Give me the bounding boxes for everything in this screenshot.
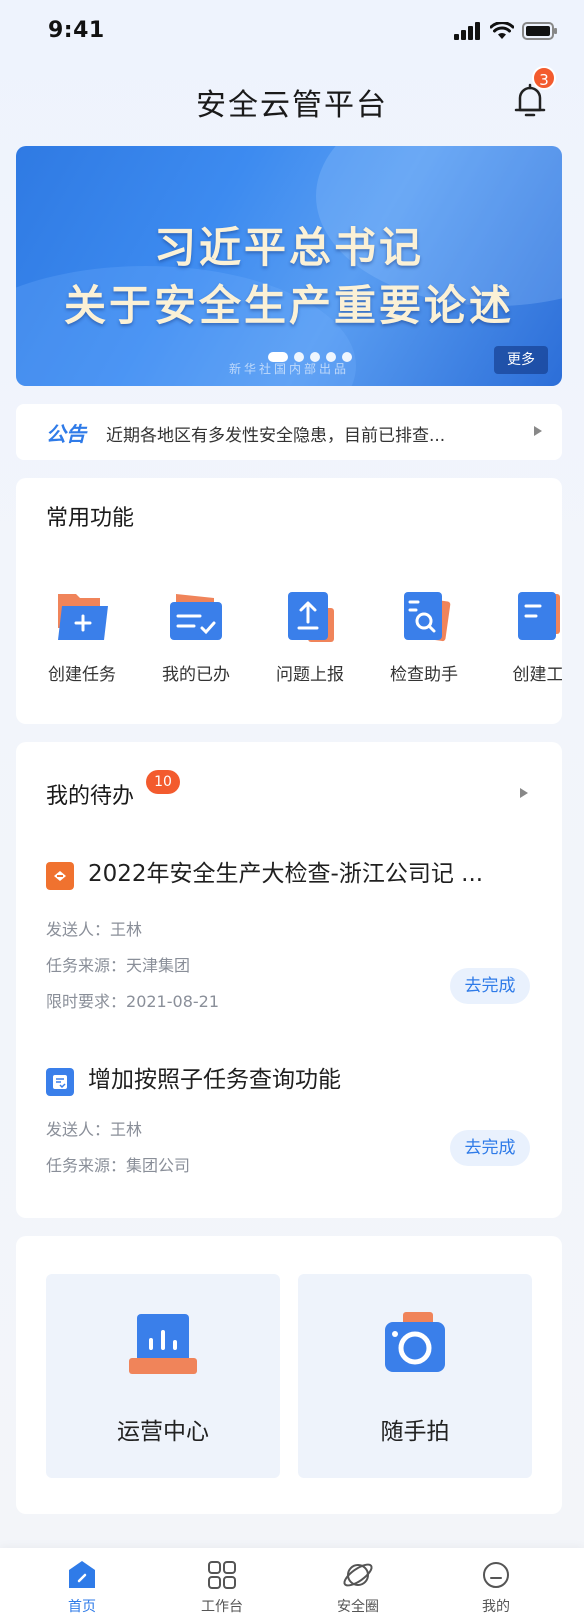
- status-time: 9:41: [48, 18, 105, 43]
- page-title: 安全云管平台: [196, 88, 388, 123]
- complete-button[interactable]: 去完成: [450, 1130, 530, 1166]
- tab-mine[interactable]: 我的: [446, 1558, 546, 1616]
- field-value: 王林: [110, 1120, 143, 1139]
- tool-quick-photo[interactable]: 随手拍: [298, 1274, 532, 1478]
- banner-source: 新华社国内部出品: [228, 362, 349, 376]
- todo-item[interactable]: 增加按照子任务查询功能 发送人：王林 任务来源：集团公司 去完成: [16, 1060, 562, 1180]
- function-label: 我的已办: [162, 665, 230, 685]
- chevron-right-icon: [534, 426, 542, 436]
- tab-workbench[interactable]: 工作台: [172, 1558, 272, 1616]
- signal-icon: [454, 22, 480, 40]
- tab-label: 工作台: [201, 1599, 243, 1615]
- search-document-icon: [392, 588, 456, 646]
- banner-headline-line2: 关于安全生产重要论述: [63, 281, 514, 330]
- field-label: 限时要求：: [46, 992, 127, 1011]
- announcement-tag: 公告: [46, 422, 86, 446]
- todo-item-sender: 发送人：王林: [46, 916, 142, 940]
- tab-safety-circle[interactable]: 安全圈: [308, 1558, 408, 1616]
- status-bar: 9:41: [0, 0, 584, 64]
- function-label: 检查助手: [390, 665, 458, 685]
- status-icons: [454, 22, 558, 40]
- banner-more-button[interactable]: 更多: [494, 346, 548, 374]
- folder-add-icon: [50, 588, 114, 646]
- banner-carousel[interactable]: 习近平总书记 关于安全生产重要论述 新华社国内部出品 更多: [16, 146, 562, 386]
- banner-headline-line1: 习近平总书记: [153, 223, 424, 272]
- tab-home[interactable]: 首页: [32, 1558, 132, 1616]
- home-icon: [65, 1558, 99, 1592]
- field-value: 集团公司: [126, 1156, 191, 1175]
- tab-label: 首页: [68, 1599, 96, 1615]
- function-label: 问题上报: [276, 665, 344, 685]
- todo-title: 我的待办: [46, 784, 135, 809]
- function-check-assistant[interactable]: 检查助手: [374, 588, 474, 685]
- todo-item-title: 增加按照子任务查询功能: [88, 1067, 341, 1093]
- bottom-tab-bar: 首页 工作台 安全圈 我的: [0, 1548, 584, 1624]
- function-my-done[interactable]: 我的已办: [146, 588, 246, 685]
- todo-count-badge: 10: [146, 770, 180, 794]
- user-icon: [479, 1558, 513, 1592]
- field-value: 天津集团: [126, 956, 191, 975]
- battery-icon: [522, 22, 557, 40]
- todo-item-source: 任务来源：集团公司: [46, 1152, 190, 1176]
- tools-card: 运营中心 随手拍: [16, 1236, 562, 1514]
- orange-shield-icon: [46, 862, 74, 890]
- function-label: 创建工: [512, 665, 563, 685]
- field-label: 发送人：: [46, 920, 111, 939]
- todo-item[interactable]: 2022年安全生产大检查-浙江公司记 ... 发送人：王林 任务来源：天津集团 …: [16, 854, 562, 1014]
- header: 安全云管平台: [0, 70, 584, 136]
- wifi-icon: [490, 22, 514, 39]
- todo-card: 我的待办 10 2022年安全生产大检查-浙江公司记 ... 发送人：王林 任务…: [16, 742, 562, 1218]
- quick-functions-card: 常用功能 创建任务 我的已办 问题上报 检查助手 创建工: [16, 478, 562, 724]
- planet-icon: [341, 1558, 375, 1592]
- todo-item-title: 2022年安全生产大检查-浙江公司记 ...: [88, 861, 484, 887]
- field-label: 发送人：: [46, 1120, 111, 1139]
- tab-label: 我的: [482, 1599, 510, 1615]
- complete-button[interactable]: 去完成: [450, 968, 530, 1004]
- upload-icon: [278, 588, 342, 646]
- tool-label: 运营中心: [117, 1419, 209, 1445]
- function-report-issue[interactable]: 问题上报: [260, 588, 360, 685]
- announcement-bar[interactable]: 公告 近期各地区有多发性安全隐患，目前已排查...: [16, 404, 562, 460]
- notification-badge: 3: [532, 66, 556, 90]
- camera-icon: [381, 1310, 449, 1384]
- chevron-right-icon[interactable]: [520, 788, 528, 798]
- field-value: 2021-08-21: [126, 992, 219, 1011]
- field-label: 任务来源：: [46, 1156, 127, 1175]
- field-value: 王林: [110, 920, 143, 939]
- todo-item-source: 任务来源：天津集团: [46, 952, 190, 976]
- function-label: 创建任务: [48, 665, 116, 685]
- function-create-other[interactable]: 创建工: [488, 588, 562, 685]
- document-add-icon: [506, 588, 562, 646]
- tool-label: 随手拍: [380, 1419, 450, 1445]
- todo-item-deadline: 限时要求：2021-08-21: [46, 988, 219, 1012]
- quick-functions-list: 创建任务 我的已办 问题上报 检查助手 创建工: [16, 588, 562, 708]
- blue-document-icon: [46, 1068, 74, 1096]
- grid-icon: [205, 1558, 239, 1592]
- tool-operations-center[interactable]: 运营中心: [46, 1274, 280, 1478]
- function-create-task[interactable]: 创建任务: [32, 588, 132, 685]
- quick-functions-title: 常用功能: [46, 506, 135, 531]
- folder-check-icon: [164, 588, 228, 646]
- tab-label: 安全圈: [337, 1599, 379, 1615]
- field-label: 任务来源：: [46, 956, 127, 975]
- announcement-text: 近期各地区有多发性安全隐患，目前已排查...: [106, 426, 446, 446]
- todo-item-sender: 发送人：王林: [46, 1116, 142, 1140]
- chart-icon: [129, 1310, 197, 1384]
